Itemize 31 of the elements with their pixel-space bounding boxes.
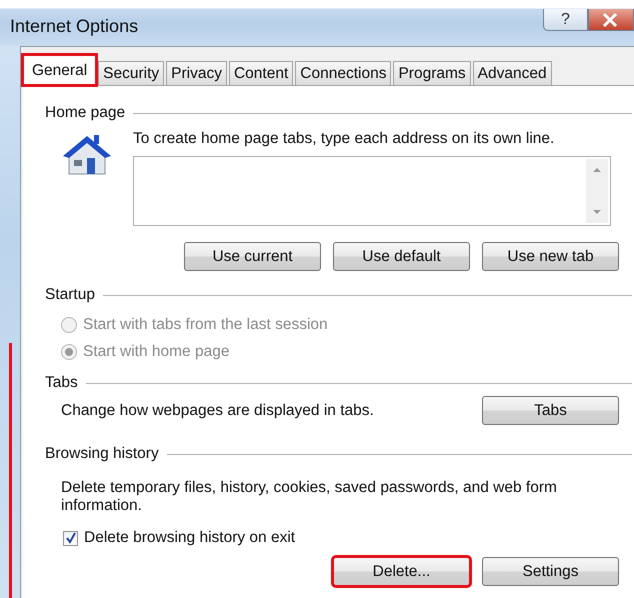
instruction-text: To create home page tabs, type each address on its own line.: [133, 130, 556, 148]
push-button[interactable]: Tabs: [482, 396, 619, 425]
push-button[interactable]: Use new tab: [482, 242, 619, 271]
scrollbar[interactable]: [586, 159, 608, 223]
scroll-down-icon[interactable]: [592, 209, 602, 215]
section-heading: Browsing history: [45, 445, 159, 463]
tab[interactable]: Security: [98, 61, 164, 85]
tab[interactable]: Connections: [295, 61, 392, 85]
tab[interactable]: Programs: [393, 61, 471, 85]
close-button[interactable]: [588, 9, 634, 31]
scroll-up-icon[interactable]: [592, 167, 602, 173]
tab[interactable]: Privacy: [166, 61, 227, 85]
checkbox-label: Delete browsing history on exit: [84, 529, 296, 547]
description-text: Change how webpages are displayed in tabs.: [61, 402, 374, 420]
section-heading: Home page: [45, 104, 126, 122]
window-title: Internet Options: [10, 16, 138, 38]
tab[interactable]: Advanced: [472, 61, 552, 85]
push-button[interactable]: Use current: [184, 242, 321, 271]
section-heading: Tabs: [45, 374, 78, 392]
description-text: Delete temporary files, history, cookies, saved passwords, and web form information.: [61, 479, 558, 515]
radio-label: Start with home page: [83, 343, 230, 361]
push-button[interactable]: Settings: [482, 557, 619, 586]
checkbox[interactable]: [63, 530, 78, 546]
tab[interactable]: Content: [228, 61, 294, 85]
radio-label: Start with tabs from the last session: [83, 316, 328, 334]
tab[interactable]: General: [23, 55, 96, 85]
section-heading: Startup: [45, 286, 95, 304]
push-button[interactable]: Use default: [333, 242, 470, 271]
address-text-area[interactable]: [133, 156, 611, 226]
help-button[interactable]: ?: [543, 9, 588, 31]
push-button[interactable]: Delete...: [333, 557, 470, 586]
